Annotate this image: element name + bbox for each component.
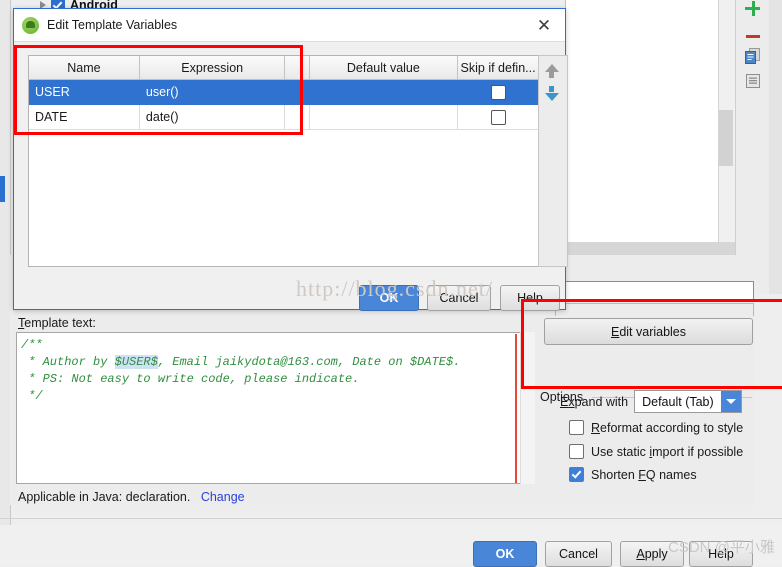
android-studio-icon [22,16,39,34]
option-label-post: mport if possible [652,444,744,459]
cell-expression[interactable]: user() [139,79,286,105]
option-mnemonic: F [638,467,646,482]
table-column-header[interactable] [284,56,310,80]
table-column-header[interactable]: Default value [309,56,459,80]
cell-name[interactable]: DATE [29,104,140,130]
code-text: */ [21,389,43,403]
table-row[interactable]: DATE date() [29,104,538,130]
code-line: */ [21,388,533,405]
checkbox-icon[interactable] [569,444,584,459]
background-content-pane [565,0,737,248]
cell-skip-if-defined[interactable] [457,79,538,105]
table-column-header[interactable]: Name [29,56,140,80]
option-label-pre: Shorten [591,467,639,482]
selected-tree-indicator [0,176,5,202]
code-text: , Email jaikydota@163.com, Date on $DATE… [157,355,461,369]
ok-button[interactable]: OK [473,541,537,567]
option-use-static-import-if-possible[interactable]: Use static import if possible [569,444,743,459]
option-label: Shorten FQ names [591,468,697,482]
code-line: * PS: Not easy to write code, please ind… [21,371,533,388]
table-row[interactable]: USER user() [29,79,538,105]
template-text-label-rest: emplate text: [24,316,96,330]
apply-button[interactable]: Apply [620,541,684,567]
cell-default-value[interactable] [309,104,459,130]
option-reformat-according-to-style[interactable]: Reformat according to style [569,420,743,435]
table-column-header[interactable]: Expression [139,56,286,80]
code-line: /** [21,337,533,354]
checkbox-icon[interactable] [490,84,506,100]
template-variable-token: $USER$ [114,355,158,369]
expand-with-value: Default (Tab) [642,394,714,409]
option-label: Use static import if possible [591,445,743,459]
table-column-header[interactable]: Skip if defin... [457,56,538,80]
cell-spacer[interactable] [284,79,310,105]
edit-variables-mnemonic: E [610,324,620,339]
arrow-up-icon-stem [549,72,554,78]
option-label-rest: eformat according to style [600,420,744,435]
variables-table: Name Expression Default value Skip if defin… [28,55,539,267]
expand-with-select[interactable]: Default (Tab) [634,390,742,413]
dialog-title: Edit Template Variables [47,18,178,32]
option-label-pre: Use static [591,444,650,459]
toolbar-outer-strip [769,0,782,294]
close-icon[interactable]: ✕ [531,12,557,38]
arrow-down-icon[interactable] [545,93,559,101]
code-text: /** [21,338,43,352]
option-mnemonic: R [591,420,601,435]
template-text-editor[interactable]: /** * Author by $USER$, Email jaikydota@… [16,332,534,484]
dialog-titlebar: Edit Template Variables ✕ [14,9,565,42]
dialog-ok-button[interactable]: OK [359,285,419,311]
change-link[interactable]: Change [201,490,245,504]
editor-right-margin-marker [515,334,517,483]
edit-template-variables-dialog: Edit Template Variables ✕ Name Expression… [13,8,568,311]
checkbox-icon[interactable] [490,109,506,125]
template-code-lines: /** * Author by $USER$, Email jaikydota@… [21,337,533,405]
copy-icon[interactable] [744,47,762,65]
table-body: USER user() DATE date() [29,79,538,130]
cell-default-value[interactable] [309,79,459,105]
table-sort-controls [538,55,568,267]
help-button[interactable]: Help [689,541,753,567]
apply-label: pply [644,547,668,561]
remove-icon[interactable] [744,28,762,46]
template-text-label: Template text: [18,316,96,330]
edit-variables-button[interactable]: Edit variables [544,318,753,345]
code-text: * Author by [21,355,115,369]
table-header-row: Name Expression Default value Skip if defin… [29,56,538,80]
secondary-field[interactable] [555,303,754,316]
option-label-post: Q names [645,467,697,482]
edit-variables-label: dit variables [619,324,687,339]
template-editor-gutter[interactable] [520,332,535,484]
cell-spacer[interactable] [284,104,310,130]
expand-with-row: Expand with Default (Tab) [560,390,742,413]
background-pane-footer [565,242,737,256]
arrow-up-icon[interactable] [545,64,559,72]
expand-with-label: Expand with [560,395,628,409]
applicable-text: Applicable in Java: declaration. [18,490,191,504]
cell-skip-if-defined[interactable] [457,104,538,130]
checkbox-icon[interactable] [569,420,584,435]
cell-expression[interactable]: date() [139,104,286,130]
chevron-down-icon[interactable] [720,391,741,412]
add-icon[interactable] [744,0,762,18]
option-shorten-fq-names[interactable]: Shorten FQ names [569,467,697,482]
dialog-help-button[interactable]: Help [500,285,560,311]
cancel-button[interactable]: Cancel [545,541,612,567]
code-text: * PS: Not easy to write code, please ind… [21,372,360,386]
expand-with-label-rest: pand with [574,394,629,409]
dialog-cancel-button[interactable]: Cancel [427,285,491,311]
applicable-context-row: Applicable in Java: declaration. Change [18,490,245,504]
code-line: * Author by $USER$, Email jaikydota@163.… [21,354,533,371]
apply-mnemonic: A [636,547,645,561]
document-icon[interactable] [744,72,762,90]
cell-name[interactable]: USER [29,79,140,105]
arrow-down-icon-stem [549,86,554,92]
checkbox-icon[interactable] [569,467,584,482]
panel-divider [0,518,782,519]
option-label: Reformat according to style [591,421,743,435]
shortcut-field[interactable] [555,281,754,302]
background-scrollbar-thumb[interactable] [719,110,733,166]
